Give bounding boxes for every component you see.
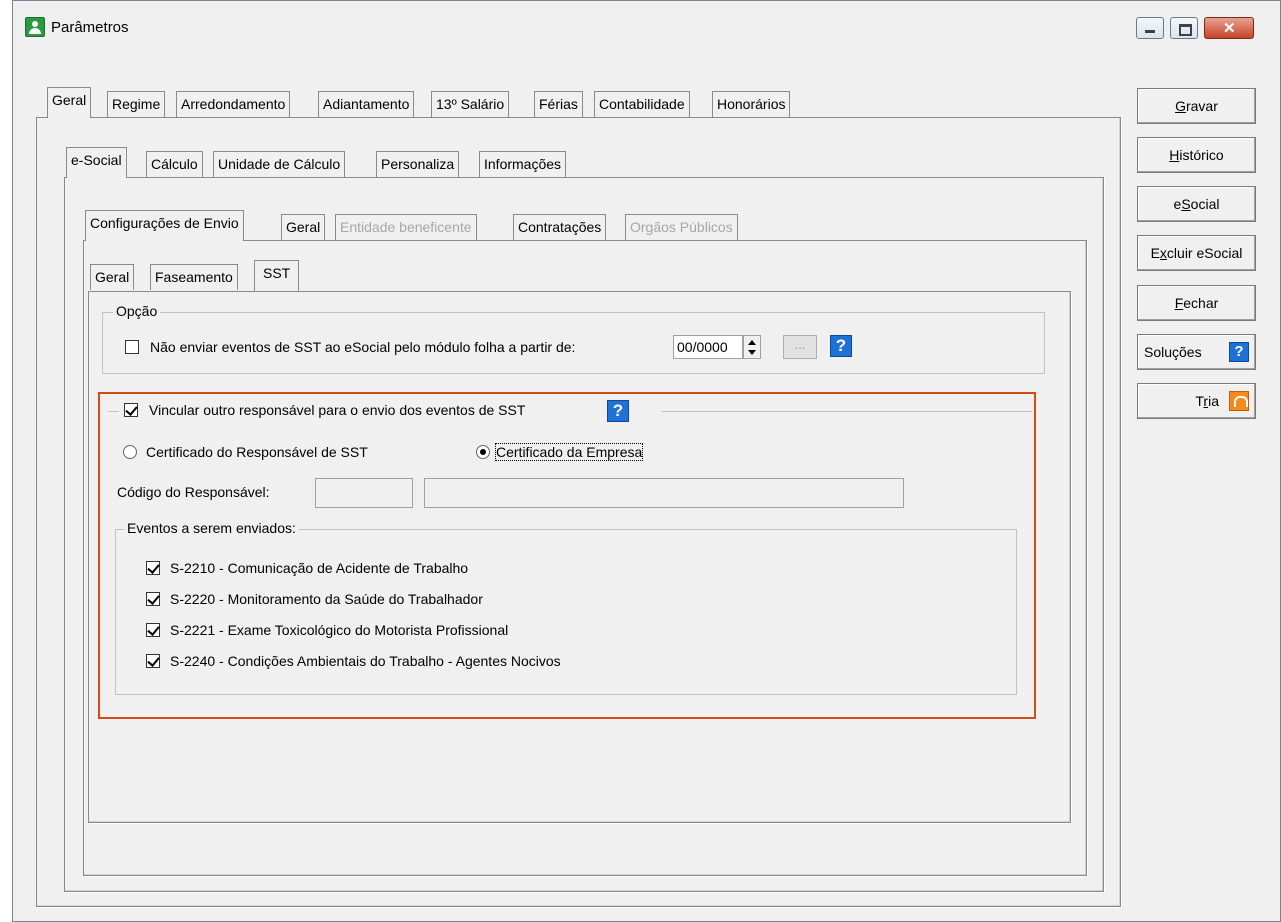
nao-enviar-checkbox[interactable] <box>125 340 139 354</box>
evento-s2220-checkbox[interactable] <box>146 592 160 606</box>
minimize-button[interactable] <box>1136 17 1164 39</box>
tab-geral[interactable]: Geral <box>47 87 92 118</box>
solucoes-label: Soluções <box>1144 344 1202 360</box>
tab-configuracoes-de-envio[interactable]: Configurações de Envio <box>85 210 244 241</box>
help-icon[interactable] <box>830 335 852 357</box>
radio-responsavel-label: Certificado do Responsável de SST <box>146 444 368 460</box>
close-icon: ✕ <box>1223 20 1236 37</box>
excluir-esocial-button[interactable]: Excluir eSocial <box>1137 235 1256 271</box>
esocial-tabs: e-Social Cálculo Unidade de Cálculo Pers… <box>66 147 766 178</box>
tria-headset-icon <box>1229 391 1249 411</box>
tab-calculo[interactable]: Cálculo <box>146 151 203 177</box>
vincular-label: Vincular outro responsável para o envio … <box>149 402 526 418</box>
evento-s2210-checkbox[interactable] <box>146 561 160 575</box>
esocial-button[interactable]: eSocial <box>1137 186 1256 222</box>
evento-s2240-checkbox[interactable] <box>146 654 160 668</box>
tab-unidade-de-calculo[interactable]: Unidade de Cálculo <box>213 151 346 177</box>
solucoes-help-icon <box>1229 342 1249 362</box>
tab-regime[interactable]: Regime <box>107 91 166 117</box>
close-button[interactable]: ✕ <box>1204 17 1254 39</box>
radio-certificado-responsavel[interactable] <box>123 445 137 459</box>
vincular-checkbox[interactable] <box>124 403 138 417</box>
opcao-group: Opção Não enviar eventos de SST ao eSoci… <box>102 303 1045 374</box>
eventos-legend: Eventos a serem enviados: <box>124 520 299 536</box>
vincular-help-icon[interactable] <box>607 400 629 422</box>
spin-down-icon <box>748 350 756 355</box>
tab-sst[interactable]: SST <box>254 260 300 291</box>
fechar-button[interactable]: Fechar <box>1137 285 1256 321</box>
eventos-group: Eventos a serem enviados: S-2210 - Comun… <box>115 520 1017 695</box>
evento-s2220-label: S-2220 - Monitoramento da Saúde do Traba… <box>170 591 483 607</box>
tab-adiantamento[interactable]: Adiantamento <box>318 91 415 117</box>
title-bar: Parâmetros ✕ <box>13 1 1280 41</box>
tab-contabilidade[interactable]: Contabilidade <box>594 91 690 117</box>
main-tabs: Geral Regime Arredondamento Adiantamento… <box>47 87 1107 118</box>
codigo-input[interactable] <box>315 478 413 508</box>
tab-13-salario[interactable]: 13º Salário <box>431 91 510 117</box>
maximize-button[interactable] <box>1170 17 1198 39</box>
window-title: Parâmetros <box>51 19 129 36</box>
tab-contratacoes[interactable]: Contratações <box>513 214 607 240</box>
nao-enviar-label: Não enviar eventos de SST ao eSocial pel… <box>150 339 576 355</box>
date-spinner[interactable] <box>743 335 761 359</box>
evento-s2221-label: S-2221 - Exame Toxicológico do Motorista… <box>170 622 509 638</box>
tab-faseamento[interactable]: Faseamento <box>150 264 238 290</box>
sst-tabs: Geral Faseamento SST <box>90 260 350 291</box>
evento-s2240-label: S-2240 - Condições Ambientais do Trabalh… <box>170 653 561 669</box>
evento-s2221-checkbox[interactable] <box>146 623 160 637</box>
radio-certificado-empresa[interactable] <box>476 445 490 459</box>
tab-geral-config[interactable]: Geral <box>281 214 326 240</box>
tab-orgaos-publicos[interactable]: Orgãos Públicos <box>625 214 738 240</box>
tab-honorarios[interactable]: Honorários <box>712 91 791 117</box>
tab-entidade-beneficente[interactable]: Entidade beneficente <box>335 214 477 240</box>
config-tabs: Configurações de Envio Geral Entidade be… <box>85 210 805 241</box>
codigo-label: Código do Responsável: <box>117 484 270 500</box>
parametros-window: Parâmetros ✕ Geral Regime Arredondamento… <box>12 0 1281 922</box>
browse-button[interactable]: ... <box>783 335 817 359</box>
solucoes-button[interactable]: Soluções <box>1137 334 1256 370</box>
tab-personaliza[interactable]: Personaliza <box>376 151 460 177</box>
spin-up-icon <box>748 340 756 345</box>
historico-button[interactable]: Histórico <box>1137 137 1256 173</box>
tab-geral-sst[interactable]: Geral <box>90 264 135 290</box>
gravar-button[interactable]: Gravar <box>1137 88 1256 124</box>
tria-button[interactable]: Tria <box>1137 383 1256 419</box>
radio-empresa-label: Certificado da Empresa <box>494 443 644 461</box>
tab-arredondamento[interactable]: Arredondamento <box>176 91 291 117</box>
responsavel-name-input[interactable] <box>424 478 904 508</box>
tab-e-social[interactable]: e-Social <box>66 147 127 178</box>
opcao-legend: Opção <box>113 303 161 319</box>
tab-ferias[interactable]: Férias <box>534 91 583 117</box>
date-input[interactable]: 00/0000 <box>673 335 743 359</box>
evento-s2210-label: S-2210 - Comunicação de Acidente de Trab… <box>170 560 469 576</box>
app-user-icon <box>25 17 45 37</box>
tab-informacoes[interactable]: Informações <box>479 151 567 177</box>
